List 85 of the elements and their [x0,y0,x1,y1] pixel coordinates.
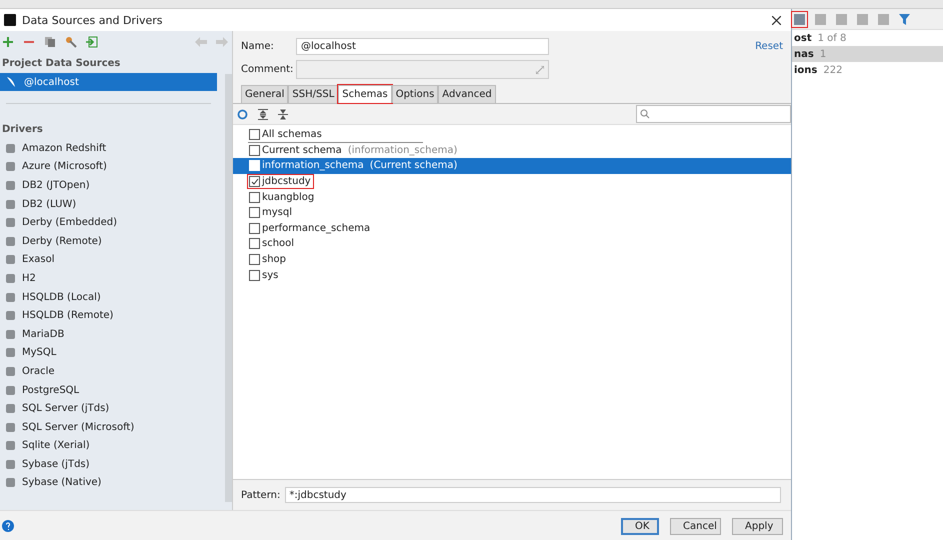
tab[interactable]: Schemas [338,85,392,103]
driver-item[interactable]: SQL Server (Microsoft) [0,418,225,436]
driver-item[interactable]: Oracle [0,362,225,381]
search-icon [640,109,650,119]
driver-item[interactable]: Amazon Redshift [0,139,225,158]
schema-row[interactable]: school [233,236,791,252]
schema-name: performance_schema [262,222,370,234]
checkbox[interactable] [249,238,260,250]
scrollbar[interactable] [225,74,232,502]
comment-field[interactable] [296,60,549,79]
name-field[interactable]: @localhost [296,38,549,55]
expand-all-icon[interactable] [258,108,268,120]
field-label: Comment: [241,64,294,75]
schema-hint: (Current schema) [370,160,458,172]
driver-item[interactable]: PostgreSQL [0,380,225,400]
driver-item[interactable]: Azure (Microsoft) [0,158,225,176]
schema-hint: (information_schema) [348,144,458,156]
driver-item[interactable]: Sybase (jTds) [0,455,225,474]
field-label: Pattern: [241,490,280,500]
tree-row[interactable]: ost 1 of 8 [792,30,943,46]
app-icon [4,14,16,26]
checkbox[interactable] [249,222,260,234]
data-source-item[interactable]: @localhost [0,73,217,91]
driver-item[interactable]: DB2 (LUW) [0,194,225,214]
checkbox[interactable] [249,207,260,218]
section-heading: Drivers [1,123,44,137]
driver-item[interactable]: SQL Server (jTds) [0,399,225,418]
schema-row[interactable]: sys [233,267,791,283]
schema-name: jdbcstudy [262,176,311,188]
schema-name: school [262,238,294,250]
schema-row[interactable]: shop [233,252,791,268]
section-heading: Project Data Sources [1,57,122,71]
filter-icon[interactable] [899,14,910,24]
schema-row[interactable]: information_schema (Current schema) [233,158,791,174]
schema-row[interactable]: mysql [233,204,791,221]
expand-icon[interactable] [536,66,544,74]
checkbox[interactable] [249,254,260,266]
checkbox[interactable] [249,176,260,188]
driver-item[interactable]: MariaDB [0,324,225,344]
schema-name: Current schema [262,144,342,156]
dialog-button[interactable]: OK [621,518,659,534]
close-icon[interactable] [772,16,781,24]
schema-row[interactable]: Current schema (information_schema) [233,142,791,158]
add-icon[interactable] [2,36,14,48]
schema-name: information_schema [262,160,364,172]
driver-item[interactable]: MySQL [0,344,225,362]
schema-name: shop [262,254,286,266]
checkbox[interactable] [249,192,260,203]
schema-name: All schemas [262,129,322,140]
tab[interactable]: Advanced [438,85,496,103]
collapse-all-icon[interactable] [278,108,288,120]
tab[interactable]: General [241,85,288,103]
driver-item[interactable]: Sybase (Native) [0,474,225,492]
dialog-button[interactable]: Cancel [670,518,721,534]
checkbox[interactable] [249,270,260,281]
driver-item[interactable]: Derby (Embedded) [0,213,225,232]
schema-name: mysql [262,207,292,218]
driver-item[interactable]: Exasol [0,250,225,270]
copy-icon[interactable] [44,36,56,48]
field-label: Name: [241,41,275,52]
driver-item[interactable]: H2 [0,269,225,288]
tab[interactable]: SSH/SSL [288,85,338,103]
driver-item[interactable]: DB2 (JTOpen) [0,176,225,195]
dolphin-icon [6,76,16,88]
schema-name: sys [262,270,278,281]
schema-row[interactable]: kuangblog [233,189,791,205]
schema-row[interactable]: performance_schema [233,220,791,236]
driver-item[interactable]: HSQLDB (Remote) [0,306,225,325]
schema-name: kuangblog [262,192,314,203]
checkbox[interactable] [249,129,260,140]
driver-item[interactable]: HSQLDB (Local) [0,288,225,306]
driver-item[interactable]: Sqlite (Xerial) [0,436,225,456]
import-icon[interactable] [86,36,98,48]
window-title: Data Sources and Drivers [22,14,164,26]
help-icon[interactable] [2,520,14,532]
pattern-field[interactable]: *:jdbcstudy [285,487,781,503]
driver-item[interactable]: Derby (Remote) [0,232,225,251]
search-field[interactable] [636,105,791,123]
dialog-button[interactable]: Apply [732,518,783,534]
reset-link[interactable]: Reset [755,41,783,52]
tab[interactable]: Options [392,85,438,103]
checkbox[interactable] [249,144,260,156]
tree-row[interactable]: ions 222 [792,62,943,78]
schema-row[interactable]: jdbcstudy [233,174,791,190]
tree-row[interactable]: nas 1 [792,46,943,62]
